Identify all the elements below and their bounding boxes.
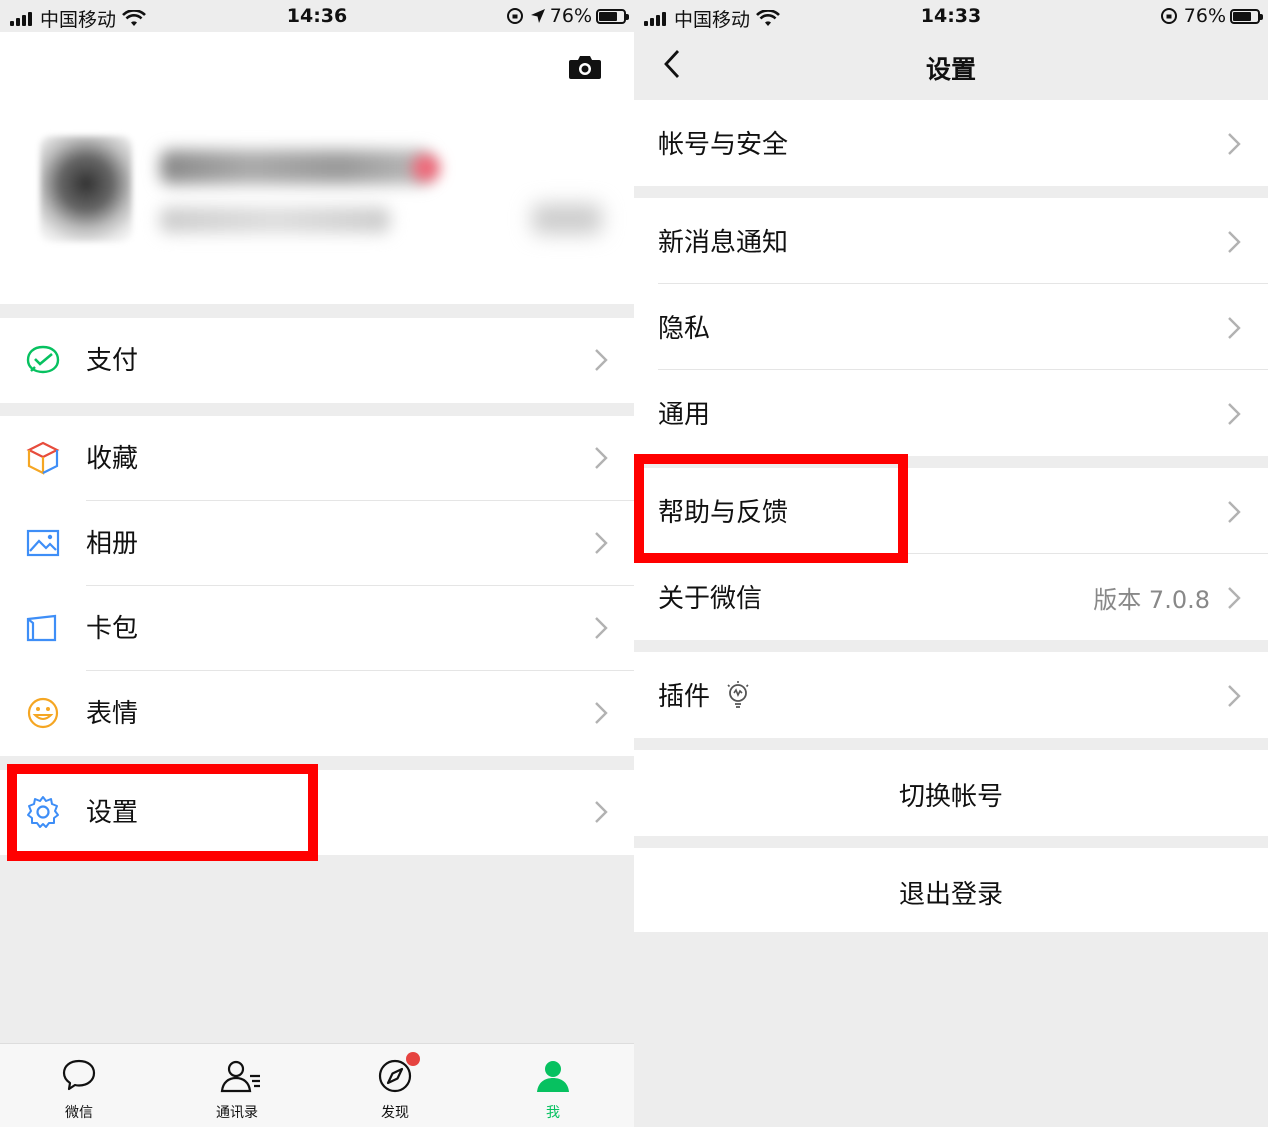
settings-screen: 中国移动 14:33 76% 设置 帐号与安全 新消息通知 隐私 通用 帮助与反…: [634, 0, 1268, 1127]
settings-item-plugins[interactable]: 插件: [634, 652, 1268, 738]
tab-discover[interactable]: 发现: [316, 1044, 474, 1127]
chevron-right-icon: [1228, 133, 1241, 155]
menu-item-label: 收藏: [86, 444, 139, 474]
profile-card[interactable]: [0, 32, 634, 304]
tab-label: 微信: [65, 1105, 93, 1121]
location-arrow-icon: [530, 9, 545, 23]
chevron-right-icon: [1228, 231, 1241, 253]
settings-item-privacy[interactable]: 隐私: [634, 284, 1268, 370]
camera-icon[interactable]: [568, 54, 602, 80]
lightbulb-icon: [727, 681, 749, 708]
chevron-right-icon: [1228, 317, 1241, 339]
battery-percent: 76%: [549, 5, 592, 27]
chat-icon: [62, 1059, 96, 1091]
tab-chats[interactable]: 微信: [0, 1044, 158, 1127]
menu-item-label: 表情: [86, 699, 139, 729]
tab-contacts[interactable]: 通讯录: [158, 1044, 316, 1127]
menu-item-card-wallet[interactable]: 卡包: [0, 586, 634, 671]
battery-icon: [1230, 8, 1263, 24]
pay-icon: [26, 345, 60, 374]
battery-percent: 76%: [1183, 5, 1226, 27]
highlight-box: [634, 454, 908, 563]
status-bar: 中国移动 14:36 76%: [0, 0, 634, 32]
favorites-icon: [26, 441, 60, 475]
notification-badge: [406, 1052, 420, 1066]
chevron-right-icon: [595, 349, 608, 371]
chevron-right-icon: [595, 617, 608, 639]
sticker-icon: [27, 697, 59, 729]
contacts-icon: [220, 1060, 260, 1093]
settings-item-label: 通用: [658, 400, 711, 430]
chevron-right-icon: [1228, 685, 1241, 707]
nav-bar: 设置: [634, 32, 1268, 100]
card-wallet-icon: [26, 614, 57, 642]
settings-item-label: 帐号与安全: [658, 130, 789, 160]
settings-item-notifications[interactable]: 新消息通知: [634, 198, 1268, 284]
rotation-lock-icon: [1160, 8, 1177, 24]
tab-me[interactable]: 我: [474, 1044, 632, 1127]
settings-item-label: 隐私: [658, 314, 711, 344]
chevron-right-icon: [595, 801, 608, 823]
tab-label: 我: [546, 1105, 560, 1121]
chevron-right-icon: [595, 532, 608, 554]
chevron-right-icon: [595, 447, 608, 469]
battery-icon: [596, 8, 629, 24]
chevron-right-icon: [595, 702, 608, 724]
page-title: 设置: [925, 55, 976, 84]
blurred-nickname: [160, 150, 430, 184]
tab-bar: 微信 通讯录 发现 我: [0, 1043, 634, 1127]
me-person-icon: [537, 1061, 569, 1092]
chevron-right-icon: [1228, 587, 1241, 609]
settings-item-label: 插件: [658, 682, 711, 712]
tab-label: 发现: [381, 1105, 409, 1121]
tab-label: 通讯录: [216, 1105, 258, 1121]
settings-item-label: 新消息通知: [658, 228, 789, 258]
menu-item-label: 相册: [86, 529, 139, 559]
me-screen: 中国移动 14:36 76% 支付 收藏 相册 卡包 表情 设置 微信 通讯录 …: [0, 0, 634, 1127]
menu-item-pay[interactable]: 支付: [0, 318, 634, 403]
switch-account-label: 切换帐号: [898, 782, 1003, 812]
settings-item-general[interactable]: 通用: [634, 370, 1268, 456]
blurred-badge: [412, 154, 440, 182]
version-value: 版本 7.0.8: [1093, 586, 1210, 614]
blurred-qr-code[interactable]: [532, 204, 602, 234]
chevron-right-icon: [1228, 501, 1241, 523]
album-icon: [26, 529, 60, 557]
menu-item-stickers[interactable]: 表情: [0, 671, 634, 756]
logout-label: 退出登录: [898, 880, 1003, 910]
settings-item-about[interactable]: 关于微信 版本 7.0.8: [634, 554, 1268, 640]
status-bar: 中国移动 14:33 76%: [634, 0, 1268, 32]
avatar[interactable]: [40, 136, 132, 242]
chevron-right-icon: [1228, 403, 1241, 425]
menu-item-favorites[interactable]: 收藏: [0, 416, 634, 501]
menu-item-label: 支付: [86, 346, 139, 376]
settings-item-account-security[interactable]: 帐号与安全: [634, 100, 1268, 186]
blurred-wechat-id: [160, 207, 390, 233]
rotation-lock-icon: [506, 8, 523, 24]
logout-button[interactable]: 退出登录: [634, 848, 1268, 932]
settings-item-label: 关于微信: [658, 584, 763, 614]
highlight-box: [7, 764, 318, 861]
switch-account-button[interactable]: 切换帐号: [634, 750, 1268, 836]
menu-item-label: 卡包: [86, 614, 139, 644]
menu-item-album[interactable]: 相册: [0, 501, 634, 586]
